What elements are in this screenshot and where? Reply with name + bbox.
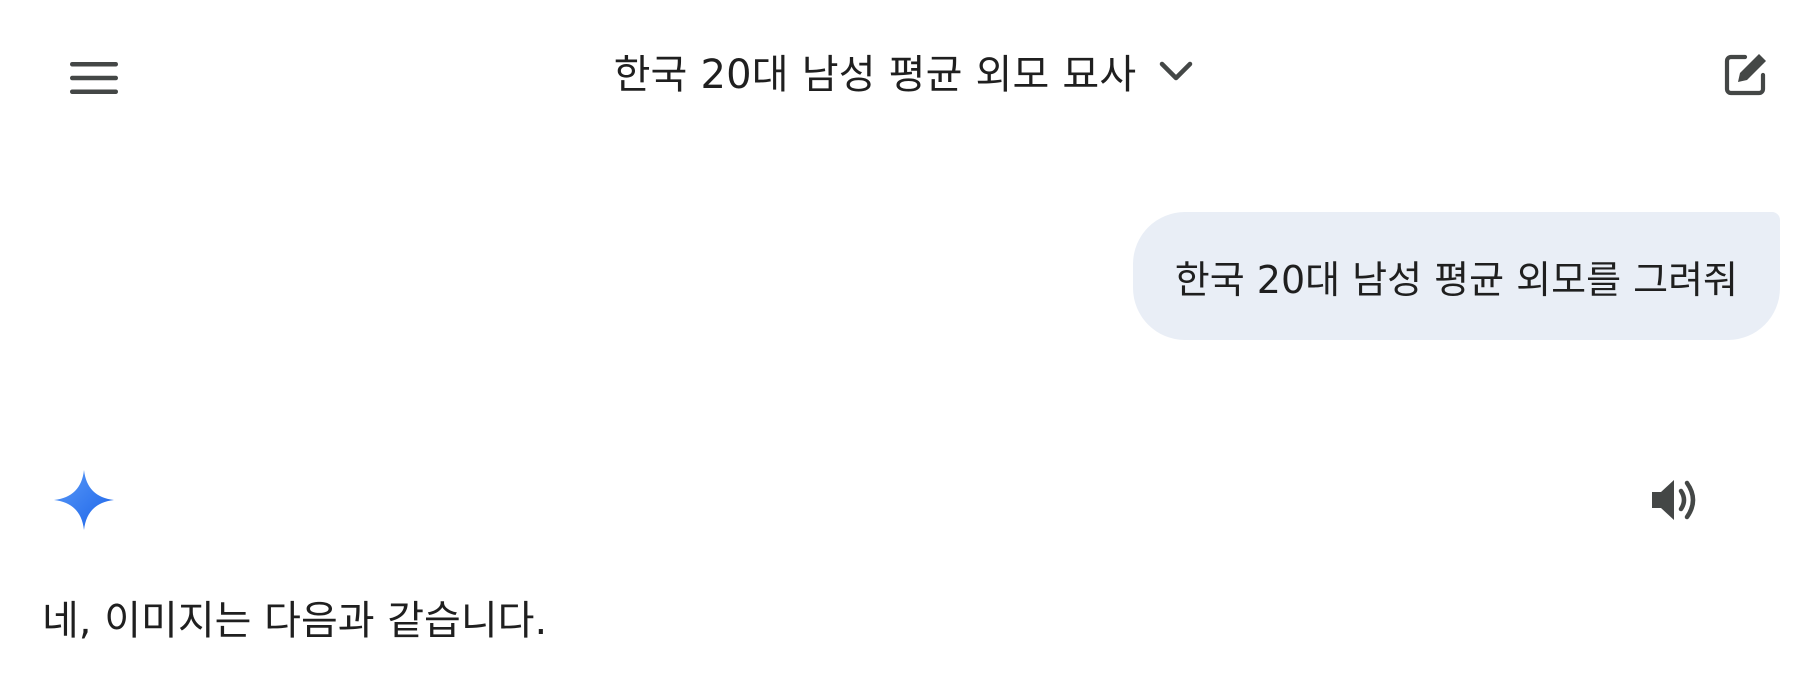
assistant-response-text: 네, 이미지는 다음과 같습니다. (42, 598, 548, 644)
new-chat-button[interactable] (1716, 44, 1776, 104)
read-aloud-button[interactable] (1644, 468, 1708, 532)
top-app-bar: 한국 20대 남성 평균 외모 묘사 (0, 0, 1812, 150)
user-message-bubble: 한국 20대 남성 평균 외모를 그려줘 (1132, 212, 1780, 340)
gemini-sparkle-icon (52, 468, 116, 532)
conversation-title[interactable]: 한국 20대 남성 평균 외모 묘사 (614, 42, 1137, 100)
chevron-down-icon (1160, 61, 1193, 81)
title-dropdown-button[interactable] (1154, 49, 1198, 93)
speaker-icon (1652, 480, 1696, 520)
user-message-text: 한국 20대 남성 평균 외모를 그려줘 (1174, 257, 1738, 302)
edit-icon (1724, 54, 1766, 96)
conversation-title-area: 한국 20대 남성 평균 외모 묘사 (0, 42, 1812, 100)
